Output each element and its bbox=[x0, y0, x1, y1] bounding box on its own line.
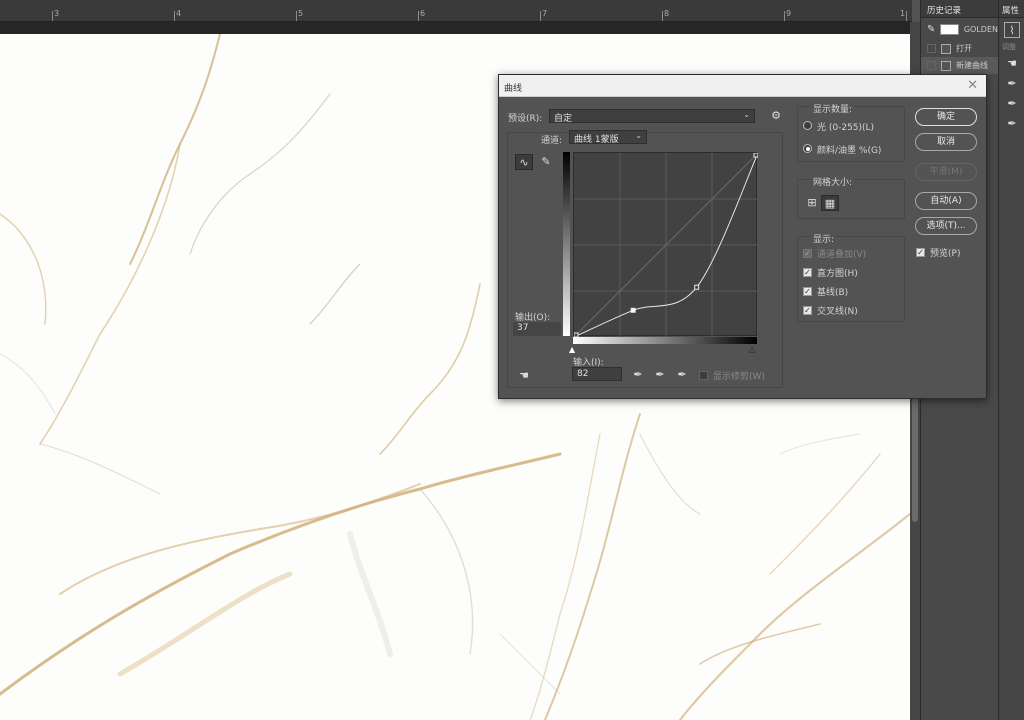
channel-value: 曲线 1蒙版 bbox=[574, 135, 619, 145]
ruler-tick bbox=[662, 11, 663, 21]
options-button[interactable]: 选项(T)... bbox=[915, 217, 977, 235]
hand-pointer-icon[interactable]: ☚ bbox=[1004, 56, 1020, 72]
channel-dropdown[interactable]: 曲线 1蒙版 ⌄ bbox=[569, 130, 647, 145]
ruler-number: 9 bbox=[786, 9, 792, 18]
intersection-label: 交叉线(N) bbox=[817, 307, 858, 317]
gear-icon[interactable]: ⚙ bbox=[767, 108, 785, 124]
dialog-title: 曲线 bbox=[504, 84, 523, 94]
gray-eyedropper-icon[interactable]: ✒ bbox=[651, 367, 669, 383]
channel-label: 通道: bbox=[541, 136, 563, 146]
show-clipping-checkbox[interactable] bbox=[699, 371, 708, 380]
chevron-down-icon: ⌄ bbox=[743, 110, 750, 119]
curve-control-point[interactable] bbox=[630, 307, 636, 313]
show-clipping-label: 显示修剪(W) bbox=[713, 372, 765, 382]
baseline-checkbox[interactable]: ✓ bbox=[803, 287, 812, 296]
preview-label: 预览(P) bbox=[930, 249, 961, 259]
ruler-tick bbox=[540, 11, 541, 21]
input-gradient-bar bbox=[573, 337, 757, 344]
ruler-number: 3 bbox=[54, 9, 60, 18]
eyedropper-white-icon[interactable]: ✒ bbox=[1004, 116, 1020, 132]
ruler-number: 8 bbox=[664, 9, 670, 18]
preview-checkbox[interactable]: ✓ bbox=[916, 248, 925, 257]
ruler-tick bbox=[906, 11, 907, 21]
snapshot-thumbnail bbox=[940, 23, 959, 35]
grid-size-legend: 网格大小: bbox=[811, 175, 855, 188]
ruler-number: 1 bbox=[900, 9, 906, 18]
preset-dropdown[interactable]: 自定 ⌄ bbox=[549, 109, 755, 124]
simple-grid-icon[interactable]: ⊞ bbox=[803, 195, 821, 211]
history-item-label: 新建曲线 bbox=[956, 61, 988, 70]
properties-panel: 属性 ⌇ 调整 ☚ ✒ ✒ ✒ bbox=[998, 0, 1024, 720]
black-eyedropper-icon[interactable]: ✒ bbox=[629, 367, 647, 383]
ruler-tick bbox=[296, 11, 297, 21]
document-icon bbox=[941, 60, 951, 71]
ruler-number: 4 bbox=[176, 9, 182, 18]
history-check[interactable] bbox=[927, 61, 936, 70]
history-tab[interactable]: 历史记录 bbox=[921, 0, 998, 18]
curve-graph[interactable] bbox=[573, 152, 759, 338]
document-tab-strip bbox=[0, 22, 912, 34]
pencil-icon[interactable]: ✎ bbox=[537, 154, 555, 170]
input-field[interactable]: 82 bbox=[572, 367, 622, 381]
display-amount-legend: 显示数量: bbox=[811, 102, 855, 115]
show-legend: 显示: bbox=[811, 232, 837, 245]
curve-graph-svg[interactable] bbox=[573, 152, 759, 338]
output-gradient-bar bbox=[563, 152, 570, 336]
curves-dialog: 曲线 ✕ 预设(R): 自定 ⌄ ⚙ 通道: 曲线 1蒙版 ⌄ ∿ ✎ 输出(O… bbox=[498, 74, 987, 399]
chevron-down-icon: ⌄ bbox=[635, 131, 642, 140]
ruler-number: 7 bbox=[542, 9, 548, 18]
histogram-label: 直方图(H) bbox=[817, 269, 858, 279]
curve-control-point[interactable] bbox=[694, 284, 700, 290]
snapshot-label: GOLDEN bbox=[963, 24, 998, 34]
ruler-tick bbox=[174, 11, 175, 21]
properties-tab[interactable]: 属性 bbox=[999, 0, 1024, 18]
white-point-slider[interactable]: △ bbox=[749, 345, 755, 354]
history-item-label: 打开 bbox=[956, 44, 972, 53]
target-adjust-icon[interactable]: ☚ bbox=[515, 368, 533, 384]
ruler-tick bbox=[418, 11, 419, 21]
smooth-button[interactable]: 平滑(M) bbox=[915, 163, 977, 181]
history-item[interactable]: 打开 bbox=[921, 40, 998, 57]
white-eyedropper-icon[interactable]: ✒ bbox=[673, 367, 691, 383]
history-item[interactable]: 新建曲线 bbox=[921, 57, 998, 74]
ruler-number: 5 bbox=[298, 9, 304, 18]
input-value: 82 bbox=[577, 369, 589, 379]
eyedropper-black-icon[interactable]: ✒ bbox=[1004, 76, 1020, 92]
baseline-label: 基线(B) bbox=[817, 288, 849, 298]
preset-value: 自定 bbox=[554, 114, 573, 124]
pigment-radio[interactable] bbox=[803, 144, 812, 153]
histogram-checkbox[interactable]: ✓ bbox=[803, 268, 812, 277]
ok-button[interactable]: 确定 bbox=[915, 108, 977, 126]
preset-label: 预设(R): bbox=[508, 114, 543, 124]
black-point-slider[interactable]: ▲ bbox=[569, 345, 575, 354]
channel-overlay-label: 通道叠加(V) bbox=[817, 250, 867, 260]
light-radio[interactable] bbox=[803, 121, 812, 130]
auto-button[interactable]: 自动(A) bbox=[915, 192, 977, 210]
close-icon[interactable]: ✕ bbox=[967, 78, 978, 93]
detailed-grid-icon[interactable]: ▦ bbox=[821, 195, 839, 211]
output-field[interactable]: 37 bbox=[513, 322, 561, 336]
channel-overlay-checkbox[interactable]: ✓ bbox=[803, 249, 812, 258]
curve-control-point[interactable] bbox=[753, 152, 759, 158]
dialog-titlebar[interactable]: 曲线 ✕ bbox=[499, 75, 986, 97]
history-snapshot[interactable]: ✎ GOLDEN bbox=[921, 18, 998, 40]
ruler-tick bbox=[784, 11, 785, 21]
pigment-radio-label: 颜料/油墨 %(G) bbox=[817, 146, 882, 156]
curves-adjustment-icon[interactable]: ⌇ bbox=[1004, 22, 1020, 38]
cancel-button[interactable]: 取消 bbox=[915, 133, 977, 151]
light-radio-label: 光 (0-255)(L) bbox=[817, 123, 875, 133]
document-icon bbox=[941, 43, 951, 54]
intersection-checkbox[interactable]: ✓ bbox=[803, 306, 812, 315]
curve-point-mode-icon[interactable]: ∿ bbox=[515, 154, 533, 170]
output-value: 37 bbox=[517, 323, 529, 333]
eyedropper-gray-icon[interactable]: ✒ bbox=[1004, 96, 1020, 112]
history-check[interactable] bbox=[927, 44, 936, 53]
horizontal-ruler: 3 4 5 6 7 8 9 1 bbox=[0, 0, 912, 22]
ruler-tick bbox=[52, 11, 53, 21]
ruler-number: 6 bbox=[420, 9, 426, 18]
faded-label: 调整 bbox=[1002, 43, 1016, 51]
brush-icon: ✎ bbox=[927, 23, 936, 35]
